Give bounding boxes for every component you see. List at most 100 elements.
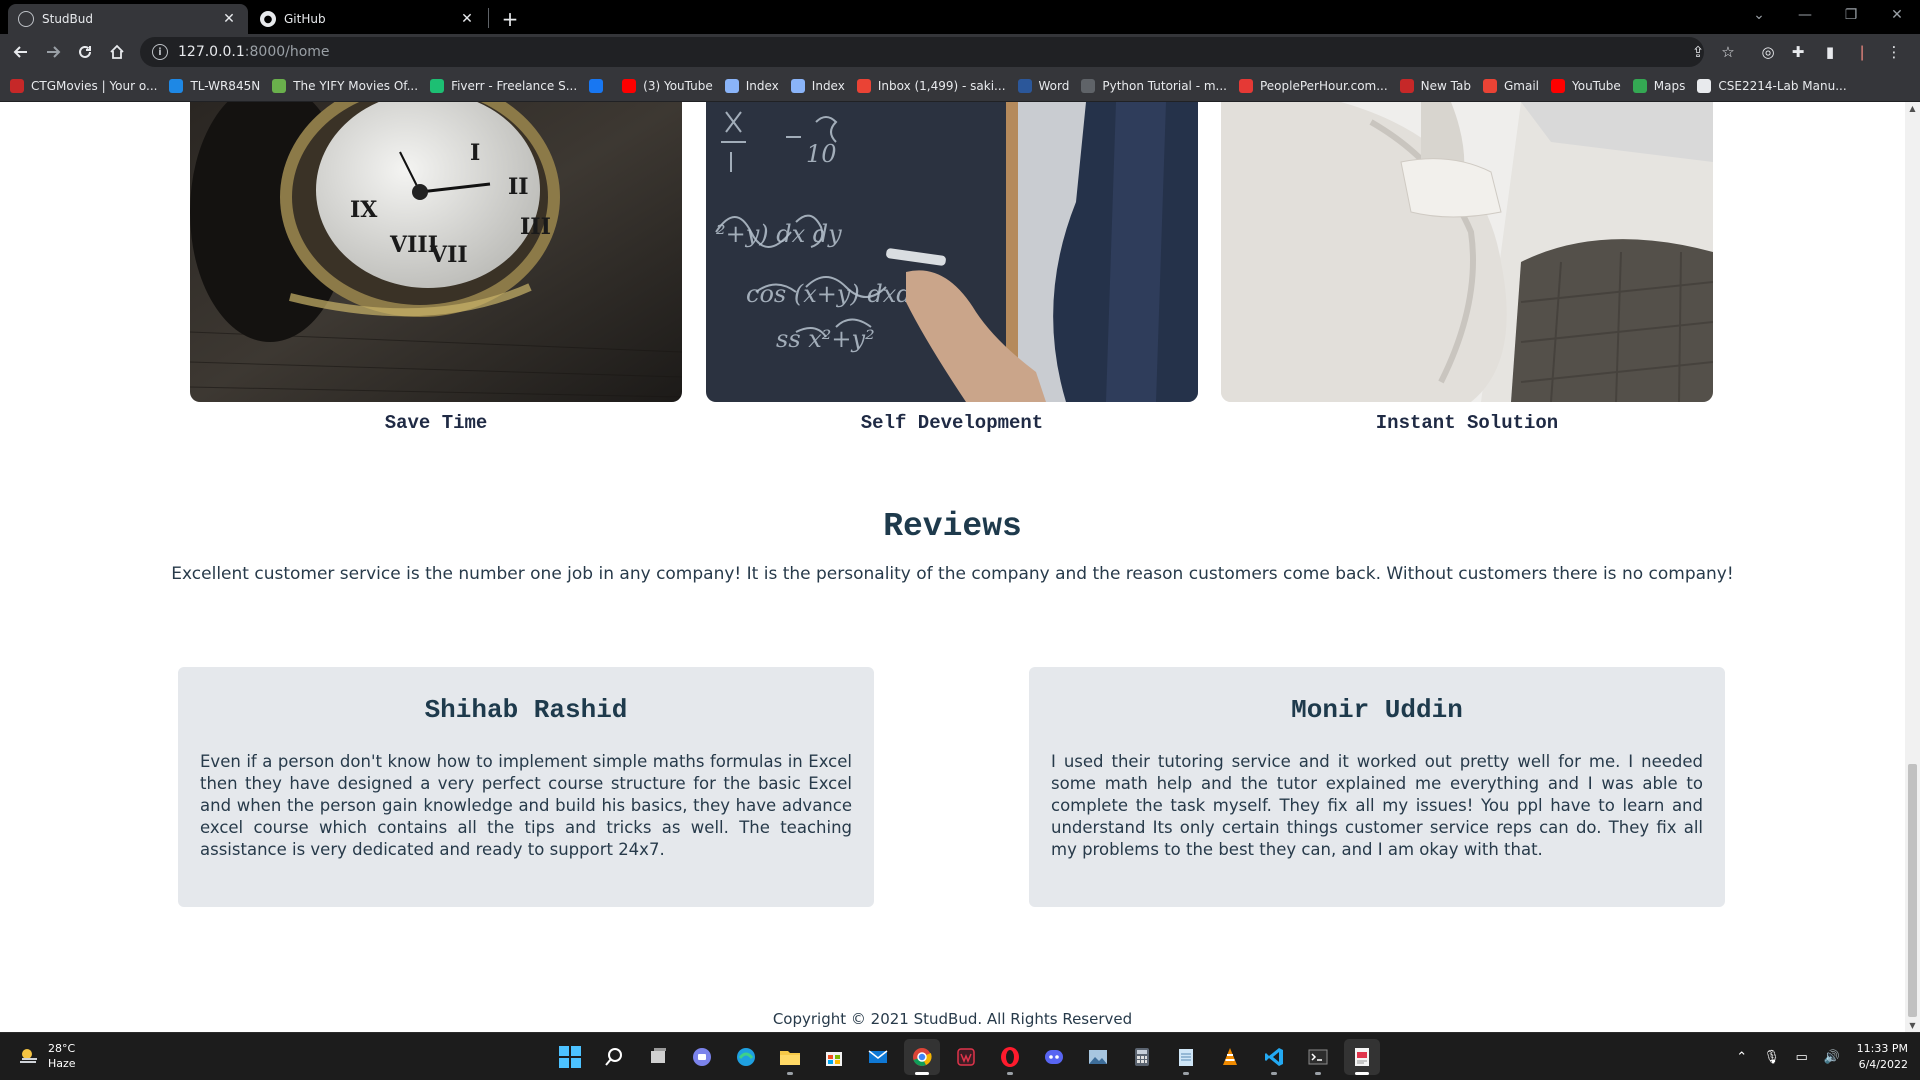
- page-scrollbar[interactable]: ▲ ▼: [1905, 102, 1920, 1032]
- vscode-app[interactable]: [1256, 1039, 1292, 1075]
- scrollbar-thumb[interactable]: [1908, 764, 1917, 1017]
- reload-button[interactable]: [70, 37, 100, 67]
- forward-arrow-icon: [47, 46, 61, 58]
- clock-time: 11:33 PM: [1856, 1042, 1908, 1055]
- address-bar[interactable]: i 127.0.0.1:8000/home: [140, 37, 1704, 67]
- volume-icon[interactable]: 🔊: [1823, 1048, 1841, 1066]
- edge-app[interactable]: [728, 1039, 764, 1075]
- site-info-icon[interactable]: i: [152, 44, 168, 60]
- network-icon[interactable]: ▭: [1793, 1048, 1811, 1066]
- restore-button[interactable]: ❐: [1828, 0, 1874, 30]
- opera-app[interactable]: [992, 1039, 1028, 1075]
- close-window-button[interactable]: ✕: [1874, 0, 1920, 30]
- bookmark-favicon-icon: [10, 78, 24, 93]
- bookmark-item[interactable]: Maps: [1632, 78, 1686, 93]
- file-explorer-app[interactable]: [772, 1039, 808, 1075]
- clock[interactable]: 11:33 PM 6/4/2022: [1857, 1041, 1908, 1073]
- footer-copyright: Copyright © 2021 StudBud. All Rights Res…: [772, 1010, 1133, 1028]
- edge-icon: [737, 1048, 755, 1066]
- home-icon: [110, 44, 124, 59]
- teams-chat-app[interactable]: [684, 1039, 720, 1075]
- bookmark-item[interactable]: (3) YouTube: [622, 78, 713, 93]
- close-tab-icon[interactable]: ✕: [220, 11, 238, 27]
- haze-weather-icon: [20, 1049, 37, 1063]
- weather-widget[interactable]: 28°C Haze: [18, 1041, 76, 1071]
- minimize-button[interactable]: —: [1782, 0, 1828, 30]
- vscode-icon: [1265, 1048, 1283, 1066]
- active-indicator: [915, 1072, 929, 1075]
- back-arrow-icon: [13, 46, 27, 58]
- calculator-icon: [1135, 1048, 1149, 1066]
- extensions-puzzle-icon[interactable]: ✚: [1786, 40, 1810, 64]
- bookmark-favicon-icon: [589, 78, 604, 93]
- tab-github[interactable]: ● GitHub ✕: [250, 4, 486, 34]
- microphone-icon[interactable]: 🎙: [1763, 1048, 1781, 1066]
- running-indicator: [1271, 1072, 1277, 1075]
- bookmark-item[interactable]: CSE2214-Lab Manu...: [1697, 78, 1847, 93]
- start-button[interactable]: [552, 1039, 588, 1075]
- bookmark-item[interactable]: New Tab: [1399, 78, 1471, 93]
- share-icon[interactable]: ⇪: [1686, 40, 1710, 64]
- store-icon: [826, 1052, 842, 1066]
- forward-button[interactable]: [38, 37, 68, 67]
- svg-text:III: III: [520, 214, 551, 240]
- bookmark-label: Maps: [1653, 78, 1686, 93]
- bookmark-item[interactable]: PeoplePerHour.com...: [1238, 78, 1388, 93]
- folder-icon: [780, 1051, 800, 1065]
- task-view-button[interactable]: [640, 1039, 676, 1075]
- side-panel-icon[interactable]: ▮: [1818, 40, 1842, 64]
- terminal-app[interactable]: [1300, 1039, 1336, 1075]
- scroll-up-arrow-icon[interactable]: ▲: [1908, 104, 1917, 113]
- bookmark-item[interactable]: The YIFY Movies Of...: [272, 78, 418, 93]
- review-card: Monir Uddin I used their tutoring servic…: [1029, 667, 1725, 907]
- tab-search-icon[interactable]: ⌄: [1736, 0, 1782, 30]
- notepad-app[interactable]: [1168, 1039, 1204, 1075]
- running-indicator: [787, 1072, 793, 1075]
- clock-date: 6/4/2022: [1858, 1058, 1908, 1071]
- bookmark-star-icon[interactable]: ☆: [1716, 40, 1740, 64]
- bookmark-item[interactable]: Index: [790, 78, 845, 93]
- chat-icon: [693, 1048, 711, 1066]
- extension-incognito-icon[interactable]: ◎: [1756, 40, 1780, 64]
- close-tab-icon[interactable]: ✕: [458, 11, 476, 27]
- show-hidden-icons-chevron-icon[interactable]: ⌃: [1733, 1048, 1751, 1066]
- search-button[interactable]: [596, 1039, 632, 1075]
- taskbar-apps: [548, 1039, 1384, 1075]
- bookmark-item[interactable]: Fiverr - Freelance S...: [430, 78, 577, 93]
- discord-app[interactable]: [1036, 1039, 1072, 1075]
- svg-text:II: II: [508, 174, 529, 200]
- bookmark-label: CSE2214-Lab Manu...: [1718, 78, 1847, 93]
- scroll-down-arrow-icon[interactable]: ▼: [1908, 1021, 1917, 1030]
- bookmark-label: CTGMovies | Your o...: [31, 78, 158, 93]
- bookmark-item[interactable]: Word: [1017, 78, 1069, 93]
- bookmark-favicon-icon: [272, 78, 287, 93]
- photos-app[interactable]: [1080, 1039, 1116, 1075]
- back-button[interactable]: [6, 37, 36, 67]
- pdf-reader-app[interactable]: [1344, 1039, 1380, 1075]
- bookmark-label: Python Tutorial - m...: [1102, 78, 1227, 93]
- store-app[interactable]: [816, 1039, 852, 1075]
- windows-logo-icon: [559, 1046, 581, 1068]
- bookmark-item[interactable]: Inbox (1,499) - saki...: [856, 78, 1006, 93]
- bookmark-item[interactable]: Gmail: [1482, 78, 1539, 93]
- home-button[interactable]: [102, 37, 132, 67]
- menu-kebab-icon[interactable]: ⋮: [1882, 40, 1906, 64]
- update-alert-icon[interactable]: ❘: [1850, 40, 1874, 64]
- bookmark-item[interactable]: CTGMovies | Your o...: [10, 78, 158, 93]
- new-tab-button[interactable]: +: [496, 5, 524, 33]
- wps-app[interactable]: [948, 1039, 984, 1075]
- bookmark-item[interactable]: Python Tutorial - m...: [1081, 78, 1227, 93]
- bookmark-label: PeoplePerHour.com...: [1259, 78, 1388, 93]
- vlc-app[interactable]: [1212, 1039, 1248, 1075]
- bookmark-favicon-icon: [1238, 78, 1253, 93]
- bookmark-item[interactable]: YouTube: [1551, 78, 1621, 93]
- bookmark-item[interactable]: TL-WR845N: [169, 78, 260, 93]
- reviews-subtitle: Excellent customer service is the number…: [171, 564, 1734, 584]
- bookmark-item[interactable]: Index: [724, 78, 779, 93]
- tab-studbud[interactable]: StudBud ✕: [8, 4, 248, 34]
- calculator-app[interactable]: [1124, 1039, 1160, 1075]
- bookmark-item[interactable]: [589, 78, 610, 93]
- discord-icon: [1045, 1050, 1063, 1064]
- chrome-app[interactable]: [904, 1039, 940, 1075]
- mail-app[interactable]: [860, 1039, 896, 1075]
